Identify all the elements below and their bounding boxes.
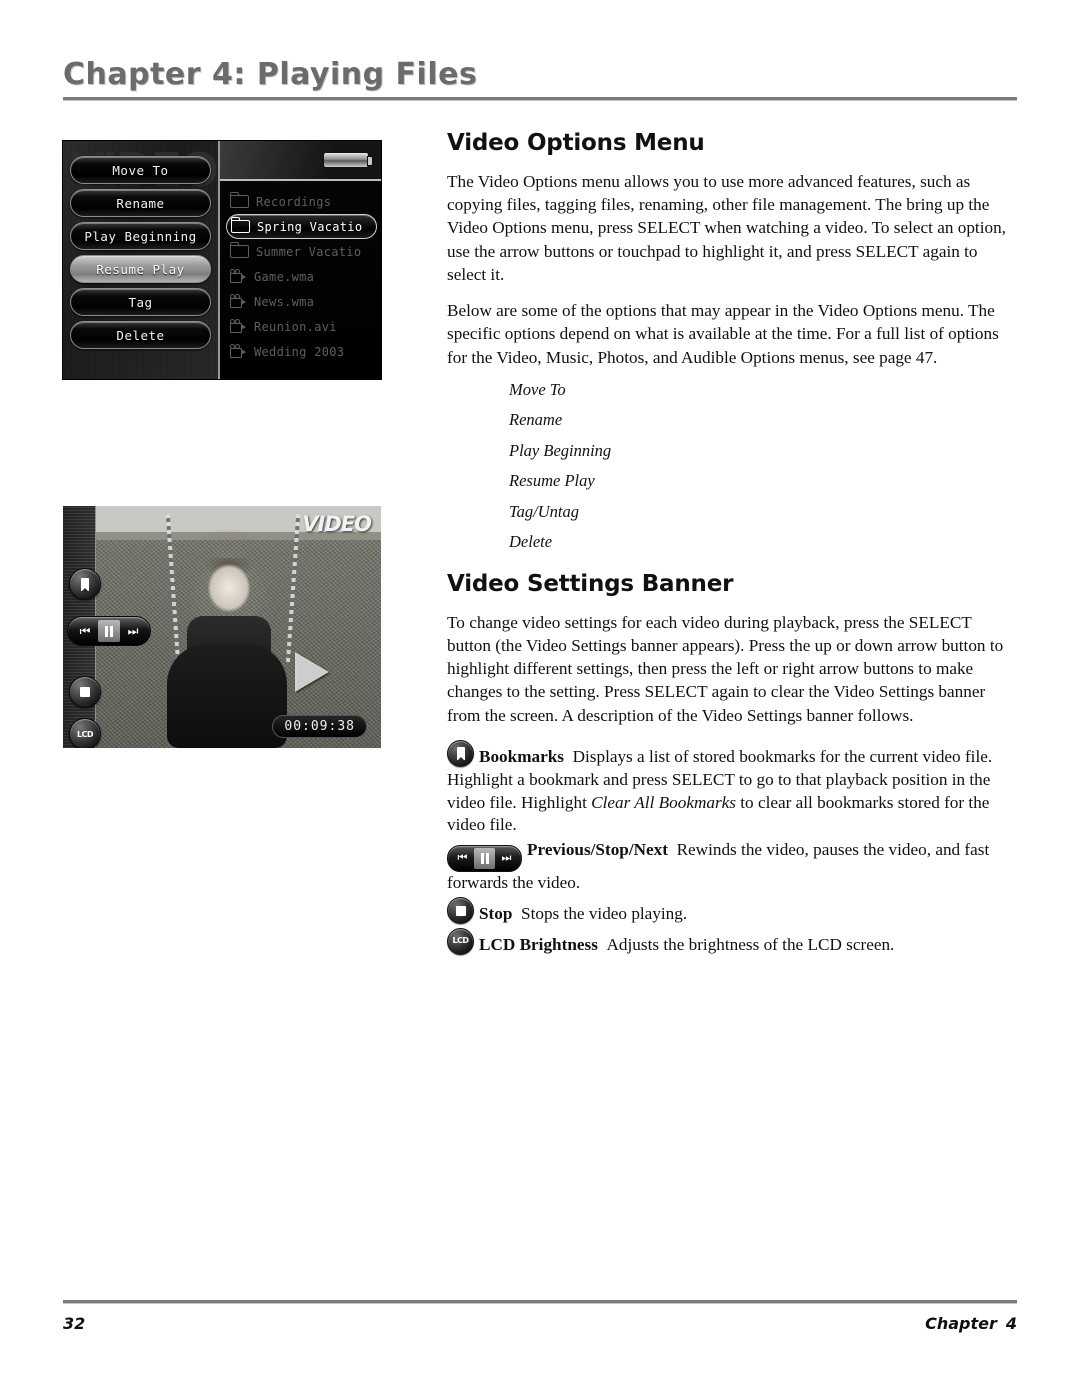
definition-term: Previous/Stop/Next xyxy=(527,840,668,860)
list-item[interactable]: Reunion.avi xyxy=(226,314,381,339)
option-item-resume-play: Resume Play xyxy=(509,471,595,491)
definition-stop: Stop Stops the video playing. xyxy=(447,897,1019,926)
definition-lcd-brightness: LCD LCD Brightness Adjusts the brightnes… xyxy=(447,927,1019,957)
play-triangle-icon xyxy=(295,652,329,692)
stop-glyph xyxy=(80,687,90,697)
definition-emphasis: Clear All Bookmarks xyxy=(591,792,736,812)
video-camera-icon xyxy=(230,269,247,283)
video-camera-icon xyxy=(230,294,247,308)
file-list-pane: Recordings Spring Vacatio Summer Vacatio… xyxy=(220,141,381,379)
bookmarks-icon[interactable] xyxy=(69,568,101,600)
option-item-tag-untag: Tag/Untag xyxy=(509,501,579,521)
folder-open-icon xyxy=(230,217,250,233)
chapter-header: Chapter 4: Playing Files xyxy=(63,58,1017,101)
footer-chapter-label: Chapter 4 xyxy=(916,1314,1017,1333)
menu-button-tag[interactable]: Tag xyxy=(70,288,211,316)
pause-icon xyxy=(474,848,495,870)
folder-icon xyxy=(229,242,249,258)
video-camera-icon xyxy=(230,344,247,358)
lcd-brightness-icon: LCD xyxy=(447,927,474,955)
list-item-label: Spring Vacatio xyxy=(257,219,363,234)
list-item-label: Game.wma xyxy=(254,269,315,284)
definition-previous-stop-next: ⏮ ⏭ Previous/Stop/Next Rewinds the video… xyxy=(447,839,1019,895)
list-item[interactable]: Recordings xyxy=(226,189,381,214)
video-settings-paragraph-1: To change video settings for each video … xyxy=(447,612,1004,725)
stop-icon[interactable] xyxy=(69,676,101,708)
options-menu-pane: VIDEO Move To Rename Play Beginning Resu… xyxy=(63,141,220,379)
video-options-paragraph-1: The Video Options menu allows you to use… xyxy=(447,172,1006,284)
footer-chapter-word: Chapter xyxy=(925,1314,997,1333)
video-watermark-label: VIDEO xyxy=(302,512,372,536)
list-item[interactable]: Wedding 2003 xyxy=(226,339,381,364)
page-footer: 32 Chapter 4 xyxy=(63,1300,1017,1333)
lcd-label: LCD xyxy=(76,729,94,739)
menu-button-resume-play[interactable]: Resume Play xyxy=(70,255,211,283)
list-item-label: Recordings xyxy=(256,194,332,209)
previous-icon[interactable]: ⏮ xyxy=(73,622,97,640)
definition-text: Stops the video playing. xyxy=(521,904,688,924)
list-item[interactable]: Game.wma xyxy=(226,264,381,289)
definition-term: Bookmarks xyxy=(479,746,564,766)
bookmark-glyph xyxy=(81,577,89,592)
definition-term: Stop xyxy=(479,904,513,924)
video-options-menu-heading: Video Options Menu xyxy=(447,130,705,156)
video-options-list: Move To Rename Play Beginning Resume Pla… xyxy=(447,379,1019,552)
definition-text: Adjusts the brightness of the LCD screen… xyxy=(606,934,895,954)
stop-icon xyxy=(447,897,474,925)
list-item[interactable]: Summer Vacatio xyxy=(226,239,381,264)
video-options-menu-screenshot: VIDEO Move To Rename Play Beginning Resu… xyxy=(63,141,381,379)
video-settings-banner-screenshot: VIDEO 00:09:38 ⏮ ⏭ LCD xyxy=(63,506,381,748)
menu-button-move-to[interactable]: Move To xyxy=(70,156,211,184)
footer-divider xyxy=(63,1300,1017,1304)
file-list: Recordings Spring Vacatio Summer Vacatio… xyxy=(220,181,381,364)
menu-button-rename[interactable]: Rename xyxy=(70,189,211,217)
definition-term: LCD Brightness xyxy=(479,934,598,954)
lcd-label: LCD xyxy=(452,936,469,946)
page-title: Chapter 4: Playing Files xyxy=(63,57,478,92)
status-bar xyxy=(220,141,381,181)
content-column: Video Options Menu The Video Options men… xyxy=(447,130,1019,959)
timecode-display: 00:09:38 xyxy=(272,715,367,738)
list-item-label: Wedding 2003 xyxy=(254,344,345,359)
previous-stop-next-icon: ⏮ ⏭ xyxy=(447,845,522,873)
video-settings-banner-section: Video Settings Banner To change video se… xyxy=(447,571,1019,957)
option-item-rename: Rename xyxy=(509,410,563,430)
previous-icon: ⏮ xyxy=(457,852,468,865)
swing-seat xyxy=(167,644,287,748)
list-item-label: News.wma xyxy=(254,294,315,309)
list-item[interactable]: News.wma xyxy=(226,289,381,314)
pause-icon[interactable] xyxy=(98,620,120,642)
video-camera-icon xyxy=(230,319,247,333)
stop-glyph xyxy=(448,898,473,923)
menu-button-delete[interactable]: Delete xyxy=(70,321,211,349)
page-number: 32 xyxy=(63,1314,86,1333)
footer-chapter-number: 4 xyxy=(1005,1314,1017,1333)
battery-icon xyxy=(323,152,373,168)
header-divider xyxy=(63,97,1017,101)
next-icon[interactable]: ⏭ xyxy=(121,622,145,640)
next-icon: ⏭ xyxy=(501,852,512,865)
bookmarks-icon xyxy=(447,739,474,767)
bookmark-glyph xyxy=(448,741,473,766)
option-item-play-beginning: Play Beginning xyxy=(509,440,612,460)
previous-stop-next-icon[interactable]: ⏮ ⏭ xyxy=(67,616,151,646)
video-options-paragraph-2: Below are some of the options that may a… xyxy=(447,301,999,367)
list-item-label: Reunion.avi xyxy=(254,319,337,334)
lcd-brightness-icon[interactable]: LCD xyxy=(69,718,101,748)
definition-bookmarks: Bookmarks Displays a list of stored book… xyxy=(447,739,1019,838)
list-item-selected[interactable]: Spring Vacatio xyxy=(226,214,377,239)
option-item-delete: Delete xyxy=(509,532,553,552)
menu-button-play-beginning[interactable]: Play Beginning xyxy=(70,222,211,250)
folder-icon xyxy=(229,192,249,208)
option-item-move-to: Move To xyxy=(509,379,566,399)
footer-row: 32 Chapter 4 xyxy=(63,1314,1017,1333)
video-settings-banner-heading: Video Settings Banner xyxy=(447,570,734,597)
list-item-label: Summer Vacatio xyxy=(256,244,362,259)
